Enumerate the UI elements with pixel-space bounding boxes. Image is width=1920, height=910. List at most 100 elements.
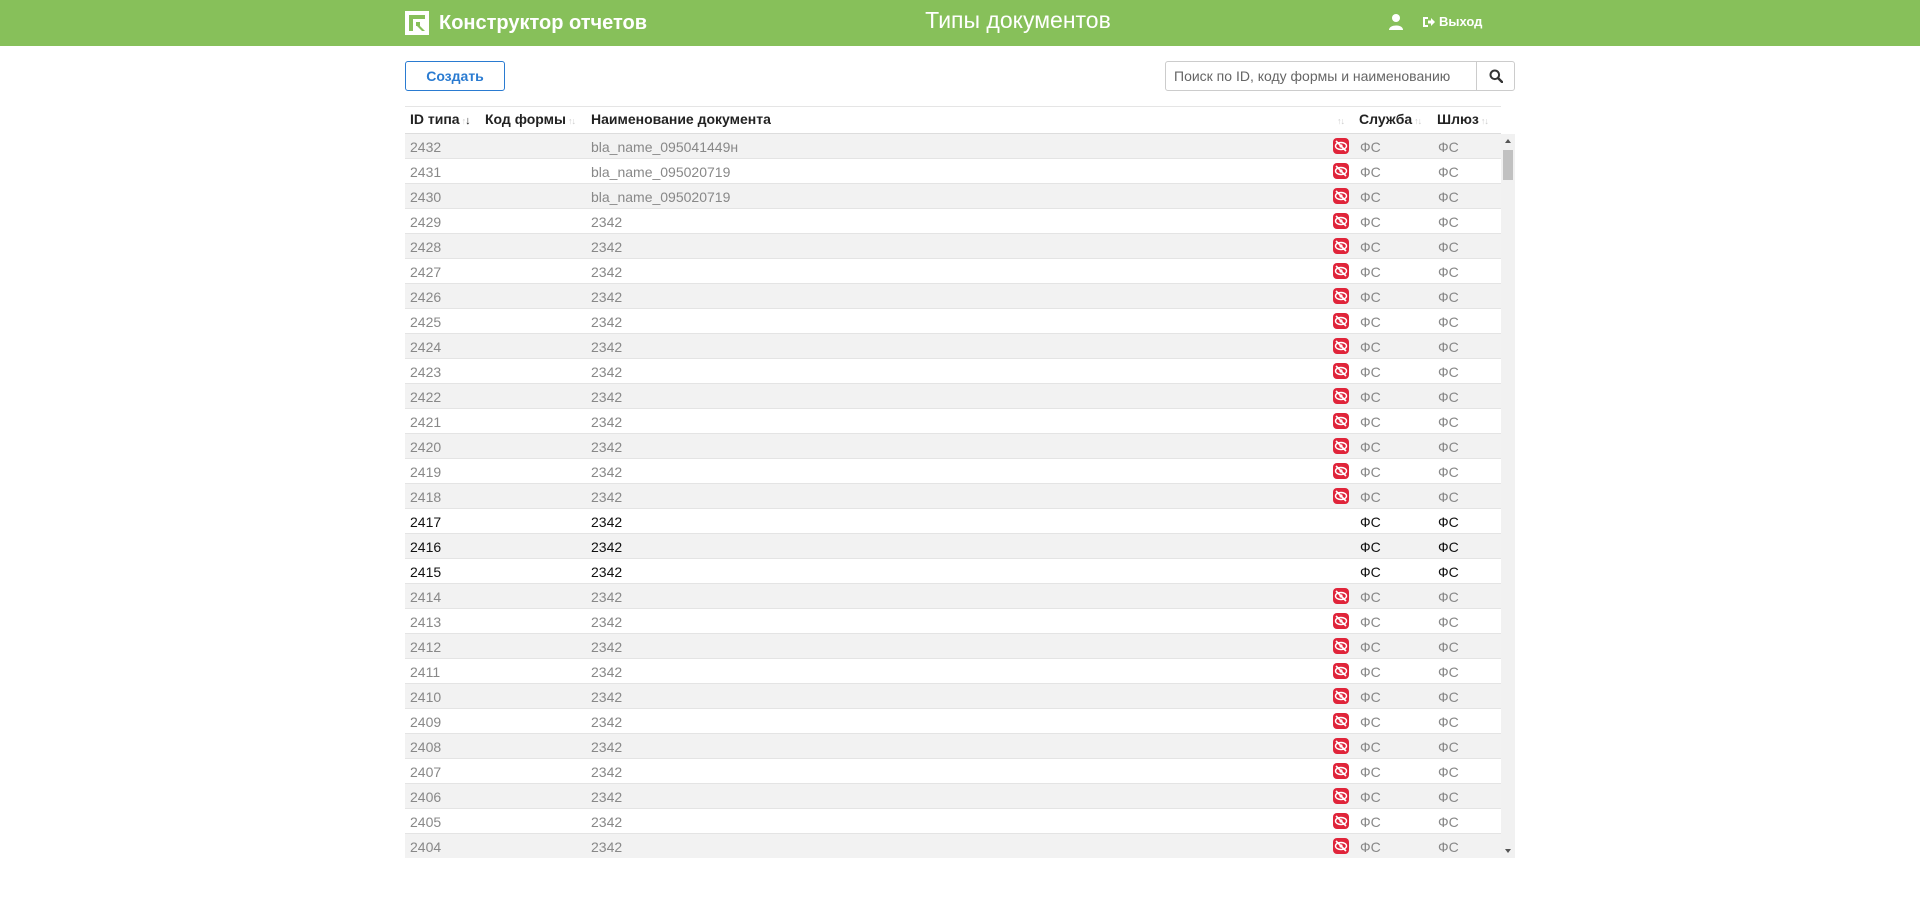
table-row[interactable]: 2419 2342 ФС ФС [405, 459, 1501, 484]
table-row[interactable]: 2415 2342 ФС ФС [405, 559, 1501, 584]
table-row[interactable]: 2414 2342 ФС ФС [405, 584, 1501, 609]
cell-name: 2342 [591, 489, 623, 505]
cell-service: ФС [1360, 714, 1381, 730]
column-header-gateway[interactable]: Шлюз ↑↓ [1437, 111, 1489, 127]
eye-slash-icon[interactable] [1333, 813, 1349, 829]
cell-gateway: ФС [1438, 814, 1459, 830]
cell-name: bla_name_095020719 [591, 189, 731, 205]
column-header-id[interactable]: ID типа ↑↓ [410, 111, 471, 127]
table-row[interactable]: 2407 2342 ФС ФС [405, 759, 1501, 784]
scrollbar-thumb[interactable] [1503, 150, 1513, 180]
cell-name: 2342 [591, 339, 623, 355]
column-header-form-code[interactable]: Код формы ↑↓ [485, 111, 576, 127]
table-row[interactable]: 2404 2342 ФС ФС [405, 834, 1501, 858]
table-row[interactable]: 2428 2342 ФС ФС [405, 234, 1501, 259]
eye-slash-icon[interactable] [1333, 588, 1349, 604]
table-row[interactable]: 2405 2342 ФС ФС [405, 809, 1501, 834]
table-row[interactable]: 2424 2342 ФС ФС [405, 334, 1501, 359]
table-row[interactable]: 2418 2342 ФС ФС [405, 484, 1501, 509]
cell-name: 2342 [591, 314, 623, 330]
cell-gateway: ФС [1438, 364, 1459, 380]
cell-name: 2342 [591, 739, 623, 755]
table-row[interactable]: 2421 2342 ФС ФС [405, 409, 1501, 434]
cell-id: 2411 [410, 664, 441, 680]
column-header-name[interactable]: Наименование документа [591, 111, 771, 127]
eye-slash-icon[interactable] [1333, 663, 1349, 679]
eye-slash-icon[interactable] [1333, 788, 1349, 804]
eye-slash-icon[interactable] [1333, 763, 1349, 779]
cell-name: 2342 [591, 364, 623, 380]
eye-slash-icon[interactable] [1333, 463, 1349, 479]
vertical-scrollbar[interactable] [1501, 134, 1515, 858]
scroll-up-arrow-icon[interactable] [1501, 134, 1515, 148]
table-row[interactable]: 2426 2342 ФС ФС [405, 284, 1501, 309]
cell-gateway: ФС [1438, 389, 1459, 405]
eye-slash-icon[interactable] [1333, 188, 1349, 204]
eye-slash-icon[interactable] [1333, 288, 1349, 304]
eye-slash-icon[interactable] [1333, 238, 1349, 254]
cell-service: ФС [1360, 589, 1381, 605]
column-header-visibility[interactable]: ↑↓ [1335, 111, 1345, 127]
eye-slash-icon[interactable] [1333, 613, 1349, 629]
table-row[interactable]: 2431 bla_name_095020719 ФС ФС [405, 159, 1501, 184]
sort-icon: ↑↓ [1414, 116, 1422, 126]
eye-slash-icon[interactable] [1333, 838, 1349, 854]
table-row[interactable]: 2425 2342 ФС ФС [405, 309, 1501, 334]
cell-id: 2421 [410, 414, 442, 430]
user-icon[interactable] [1388, 13, 1404, 31]
eye-slash-icon[interactable] [1333, 713, 1349, 729]
cell-id: 2407 [410, 764, 442, 780]
eye-slash-icon[interactable] [1333, 338, 1349, 354]
table-row[interactable]: 2410 2342 ФС ФС [405, 684, 1501, 709]
table-row[interactable]: 2427 2342 ФС ФС [405, 259, 1501, 284]
eye-slash-icon[interactable] [1333, 438, 1349, 454]
table-row[interactable]: 2416 2342 ФС ФС [405, 534, 1501, 559]
cell-name: bla_name_095020719 [591, 164, 731, 180]
cell-id: 2417 [410, 514, 442, 530]
cell-gateway: ФС [1438, 189, 1459, 205]
eye-slash-icon[interactable] [1333, 138, 1349, 154]
eye-slash-icon[interactable] [1333, 213, 1349, 229]
cell-gateway: ФС [1438, 539, 1459, 555]
column-header-id-label: ID типа [410, 111, 460, 127]
eye-slash-icon[interactable] [1333, 163, 1349, 179]
search-button[interactable] [1476, 61, 1515, 91]
table-row[interactable]: 2422 2342 ФС ФС [405, 384, 1501, 409]
create-button[interactable]: Создать [405, 61, 505, 91]
table-row[interactable]: 2406 2342 ФС ФС [405, 784, 1501, 809]
eye-slash-icon[interactable] [1333, 688, 1349, 704]
eye-slash-icon[interactable] [1333, 738, 1349, 754]
table-row[interactable]: 2413 2342 ФС ФС [405, 609, 1501, 634]
cell-gateway: ФС [1438, 839, 1459, 855]
cell-gateway: ФС [1438, 689, 1459, 705]
cell-id: 2429 [410, 214, 442, 230]
table-row[interactable]: 2409 2342 ФС ФС [405, 709, 1501, 734]
scroll-down-arrow-icon[interactable] [1501, 844, 1515, 858]
table-row[interactable]: 2417 2342 ФС ФС [405, 509, 1501, 534]
table-row[interactable]: 2430 bla_name_095020719 ФС ФС [405, 184, 1501, 209]
table-row[interactable]: 2429 2342 ФС ФС [405, 209, 1501, 234]
table-row[interactable]: 2423 2342 ФС ФС [405, 359, 1501, 384]
cell-name: 2342 [591, 439, 623, 455]
eye-slash-icon[interactable] [1333, 313, 1349, 329]
table-row[interactable]: 2412 2342 ФС ФС [405, 634, 1501, 659]
cell-id: 2413 [410, 614, 442, 630]
table-row[interactable]: 2432 bla_name_095041449н ФС ФС [405, 134, 1501, 159]
table-row[interactable]: 2420 2342 ФС ФС [405, 434, 1501, 459]
eye-slash-icon[interactable] [1333, 263, 1349, 279]
column-header-service[interactable]: Служба ↑↓ [1359, 111, 1422, 127]
cell-name: 2342 [591, 414, 623, 430]
search-input[interactable] [1165, 61, 1477, 91]
column-header-form-code-label: Код формы [485, 111, 566, 127]
eye-slash-icon[interactable] [1333, 638, 1349, 654]
table-row[interactable]: 2408 2342 ФС ФС [405, 734, 1501, 759]
eye-slash-icon[interactable] [1333, 413, 1349, 429]
eye-slash-icon[interactable] [1333, 488, 1349, 504]
cell-gateway: ФС [1438, 314, 1459, 330]
logout-button[interactable]: Выход [1422, 14, 1482, 29]
cell-name: bla_name_095041449н [591, 139, 739, 155]
cell-name: 2342 [591, 764, 623, 780]
eye-slash-icon[interactable] [1333, 363, 1349, 379]
eye-slash-icon[interactable] [1333, 388, 1349, 404]
table-row[interactable]: 2411 2342 ФС ФС [405, 659, 1501, 684]
